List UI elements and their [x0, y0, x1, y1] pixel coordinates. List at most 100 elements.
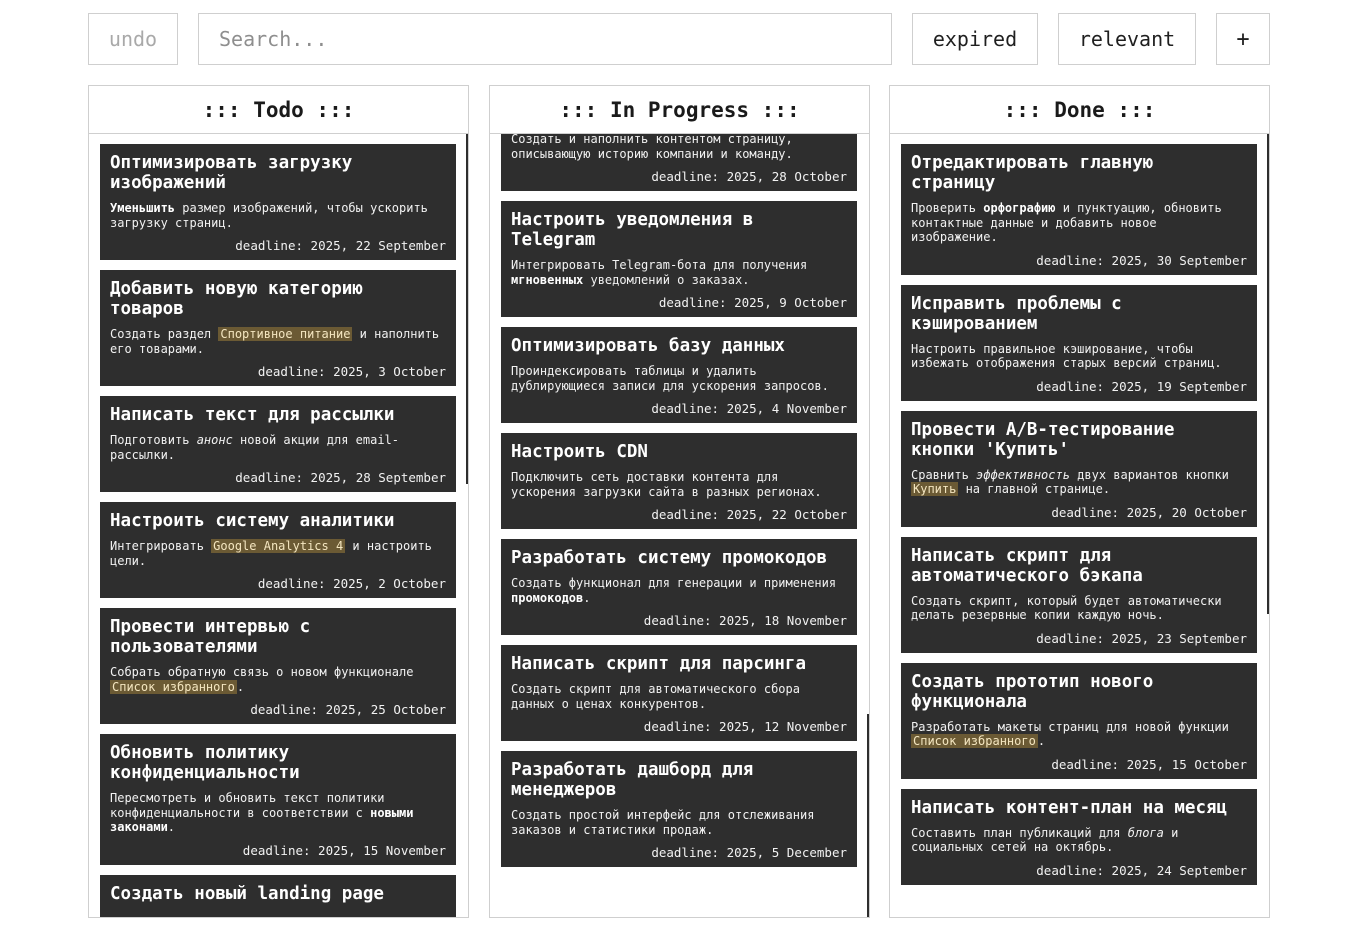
- card-deadline: deadline: 2025, 19 September: [1036, 378, 1247, 394]
- plain-text: .: [236, 679, 245, 694]
- card-deadline: deadline: 2025, 28 September: [235, 470, 446, 485]
- italic-text: анонс: [196, 433, 233, 447]
- card-description: Пересмотреть и обновить текст политики к…: [110, 791, 446, 835]
- relevant-filter-button[interactable]: relevant: [1058, 13, 1196, 65]
- card-title: Написать скрипт для автоматического бэка…: [911, 545, 1143, 586]
- card-deadline: deadline: 2025, 23 September: [1036, 630, 1247, 646]
- scrollbar[interactable]: [1267, 134, 1269, 614]
- task-card[interactable]: Создать новый landing page: [100, 874, 456, 917]
- card-description: Создать скрипт для автоматического сбора…: [511, 682, 847, 711]
- card-title: Исправить проблемы с кэшированием: [911, 293, 1122, 334]
- card-title: Обновить политику конфиденциальности: [110, 743, 300, 783]
- plain-text: Проверить: [911, 201, 984, 215]
- plain-text: на главной странице.: [958, 482, 1111, 496]
- column-body[interactable]: Создать и наполнить контентом страницу, …: [490, 134, 869, 917]
- highlighted-text: Купить: [911, 482, 959, 496]
- card-deadline: deadline: 2025, 5 December: [651, 845, 847, 860]
- task-card[interactable]: Обновить политику конфиденциальности Пере…: [100, 734, 456, 865]
- task-card[interactable]: Провести A/B-тестирование кнопки 'Купить…: [901, 410, 1257, 527]
- plain-text: Создать скрипт, который будет автоматиче…: [911, 593, 1222, 623]
- task-card[interactable]: Написать скрипт для парсинга Создать скри…: [501, 645, 857, 741]
- card-title: Добавить новую категорию товаров: [110, 279, 363, 319]
- toolbar: undo expired relevant +: [88, 13, 1270, 65]
- card-list: Оптимизировать загрузку изображений Умень…: [100, 144, 456, 917]
- task-card[interactable]: Добавить новую категорию товаров Создать …: [100, 270, 456, 386]
- card-deadline: deadline: 2025, 9 October: [658, 295, 847, 310]
- scrollbar[interactable]: [466, 134, 468, 484]
- card-description: Подключить сеть доставки контента для ус…: [511, 470, 847, 499]
- column-title: ::: Todo :::: [89, 86, 468, 134]
- highlighted-text: Список избранного: [110, 679, 237, 694]
- card-deadline: deadline: 2025, 22 September: [235, 238, 446, 253]
- card-title: Настроить систему аналитики: [110, 511, 395, 531]
- task-card[interactable]: Оптимизировать базу данных Проиндексирова…: [501, 327, 857, 423]
- card-description: Разработать макеты страниц для новой фун…: [911, 720, 1247, 749]
- plain-text: Настроить правильное кэширование, чтобы …: [911, 341, 1222, 371]
- task-card[interactable]: Создать и наполнить контентом страницу, …: [501, 134, 857, 191]
- card-description: Проверить орфографию и пунктуацию, обнов…: [911, 201, 1247, 245]
- plain-text: Пересмотреть и обновить текст политики к…: [110, 791, 385, 820]
- task-card[interactable]: Оптимизировать загрузку изображений Умень…: [100, 144, 456, 260]
- task-card[interactable]: Написать контент-план на месяц Составить …: [901, 788, 1257, 885]
- undo-button[interactable]: undo: [88, 13, 178, 65]
- card-list: Создать и наполнить контентом страницу, …: [501, 134, 857, 877]
- card-deadline: deadline: 2025, 30 September: [1036, 252, 1247, 268]
- card-deadline: deadline: 2025, 24 September: [1036, 862, 1247, 878]
- task-card[interactable]: Провести интервью с пользователями Собрат…: [100, 608, 456, 724]
- card-deadline: deadline: 2025, 25 October: [250, 702, 446, 717]
- card-deadline: deadline: 2025, 20 October: [1051, 504, 1247, 520]
- card-description: Собрать обратную связь о новом функциона…: [110, 665, 446, 694]
- card-title: Оптимизировать базу данных: [511, 336, 785, 356]
- plain-text: Составить план публикаций для: [911, 825, 1128, 840]
- bold-text: мгновенных: [511, 272, 584, 287]
- card-description: Сравнить эффективность двух вариантов кн…: [911, 468, 1247, 497]
- card-title: Оптимизировать загрузку изображений: [110, 153, 353, 193]
- search-input[interactable]: [198, 13, 892, 65]
- column-in-progress: ::: In Progress ::: Создать и наполнить …: [489, 85, 870, 918]
- card-title: Написать текст для рассылки: [110, 405, 395, 425]
- card-title: Настроить уведомления в Telegram: [511, 210, 754, 250]
- task-card[interactable]: Разработать дашборд для менеджеров Создат…: [501, 751, 857, 867]
- card-description: Создать раздел Спортивное питание и напо…: [110, 327, 446, 356]
- card-description: Интегрировать Google Analytics 4 и настр…: [110, 539, 446, 568]
- highlighted-text: Google Analytics 4: [211, 539, 346, 553]
- highlighted-text: Спортивное питание: [218, 327, 353, 341]
- card-deadline: deadline: 2025, 28 October: [651, 169, 847, 184]
- expired-filter-button[interactable]: expired: [912, 13, 1038, 65]
- plain-text: Создать раздел: [110, 327, 219, 341]
- plain-text: .: [167, 820, 176, 834]
- card-title: Создать новый landing page: [110, 883, 384, 904]
- task-card[interactable]: Настроить систему аналитики Интегрировать…: [100, 502, 456, 598]
- card-description: Подготовить анонс новой акции для email-…: [110, 433, 446, 462]
- task-card[interactable]: Написать текст для рассылки Подготовить а…: [100, 396, 456, 492]
- task-card[interactable]: Отредактировать главную страницу Проверит…: [901, 144, 1257, 275]
- card-title: Провести A/B-тестирование кнопки 'Купить…: [911, 419, 1175, 460]
- task-card[interactable]: Настроить уведомления в Telegram Интегрир…: [501, 201, 857, 317]
- bold-text: Уменьшить: [110, 201, 176, 215]
- card-title: Настроить CDN: [511, 442, 648, 462]
- task-card[interactable]: Исправить проблемы с кэшированием Настрои…: [901, 284, 1257, 401]
- task-card[interactable]: Создать прототип нового функционала Разра…: [901, 662, 1257, 779]
- task-card[interactable]: Разработать систему промокодов Создать фу…: [501, 539, 857, 635]
- card-title: Отредактировать главную страницу: [911, 153, 1154, 193]
- task-card[interactable]: Написать скрипт для автоматического бэка…: [901, 536, 1257, 653]
- plain-text: Интегрировать: [110, 539, 212, 553]
- scrollbar[interactable]: [867, 714, 869, 917]
- plain-text: .: [583, 590, 591, 605]
- plain-text: Разработать макеты страниц для новой фун…: [911, 719, 1229, 734]
- column-done: ::: Done ::: Отредактировать главную стр…: [889, 85, 1270, 918]
- task-card[interactable]: Настроить CDN Подключить сеть доставки ко…: [501, 433, 857, 529]
- column-title: ::: Done :::: [890, 86, 1269, 134]
- card-title: Создать прототип нового функционала: [911, 671, 1154, 712]
- card-description: Уменьшить размер изображений, чтобы уско…: [110, 201, 446, 230]
- plain-text: Подготовить: [110, 433, 197, 447]
- card-description: Создать и наполнить контентом страницу, …: [511, 134, 847, 161]
- add-task-button[interactable]: +: [1216, 13, 1270, 65]
- column-body[interactable]: Оптимизировать загрузку изображений Умень…: [89, 134, 468, 917]
- plain-text: Создать скрипт для автоматического сбора…: [511, 682, 800, 711]
- column-body[interactable]: Отредактировать главную страницу Проверит…: [890, 134, 1269, 917]
- plain-text: уведомлений о заказах.: [583, 272, 750, 287]
- card-deadline: deadline: 2025, 15 October: [1051, 756, 1247, 772]
- italic-text: блога: [1127, 825, 1164, 840]
- plain-text: Создать и наполнить контентом страницу, …: [511, 134, 793, 161]
